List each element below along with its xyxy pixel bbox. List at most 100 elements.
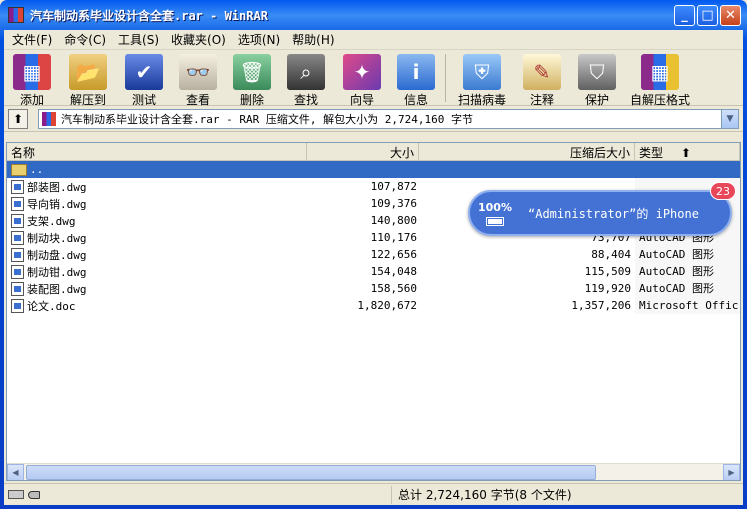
horizontal-scrollbar[interactable]: ◀ ▶ — [7, 463, 740, 480]
key-icon[interactable] — [28, 490, 40, 499]
parent-folder-row[interactable]: .. — [7, 161, 740, 178]
file-type-cell: AutoCAD 图形 — [635, 280, 740, 297]
close-button[interactable]: ✕ — [720, 4, 741, 26]
window-client: 文件(F) 命令(C) 工具(S) 收藏夹(O) 选项(N) 帮助(H) ▦ 添… — [4, 30, 743, 505]
file-row[interactable]: 装配图.dwg 158,560 119,920 AutoCAD 图形 — [7, 280, 740, 297]
toolbar: ▦ 添加 📂 解压到 ✔ 测试 👓 查看 🗑 删除 ⌕ 查找 ✦ 向导 i 信息… — [4, 50, 743, 108]
maximize-button[interactable]: □ — [697, 4, 718, 26]
sfx-button[interactable]: ▦ 自解压格式 — [627, 52, 693, 108]
file-size-cell: 1,820,672 — [357, 299, 417, 312]
sort-ascending-icon: ⬆ — [680, 146, 691, 160]
comment-icon: ✎ — [523, 54, 561, 90]
address-dropdown-button[interactable]: ▼ — [721, 109, 738, 128]
file-packed-cell: 115,509 — [584, 265, 631, 278]
view-icon: 👓 — [179, 54, 217, 90]
menu-help[interactable]: 帮助(H) — [286, 31, 340, 48]
toolbar-separator — [445, 54, 446, 102]
autocad-drawing-icon — [11, 179, 24, 194]
file-type-cell: AutoCAD 图形 — [635, 263, 740, 280]
file-name-cell: 制动块.dwg — [7, 230, 307, 246]
sfx-icon: ▦ — [641, 54, 679, 90]
autocad-drawing-icon — [11, 213, 24, 228]
file-name-cell: 装配图.dwg — [7, 281, 307, 297]
menu-favorites[interactable]: 收藏夹(O) — [165, 31, 232, 48]
menu-file[interactable]: 文件(F) — [6, 31, 58, 48]
winrar-app-icon — [8, 7, 24, 23]
column-header-type[interactable]: 类型 ⬆ — [635, 143, 740, 160]
address-field[interactable]: 汽车制动系毕业设计含全套.rar - RAR 压缩文件, 解包大小为 2,724… — [38, 108, 739, 129]
file-name-cell: 制动盘.dwg — [7, 247, 307, 263]
winrar-window: 汽车制动系毕业设计含全套.rar - WinRAR _ □ ✕ 文件(F) 命令… — [0, 0, 747, 509]
file-name: 导向销.dwg — [27, 197, 87, 211]
column-header-size[interactable]: 大小 — [307, 143, 419, 160]
file-size-cell: 110,176 — [370, 231, 417, 244]
autocad-drawing-icon — [11, 264, 24, 279]
file-name: 装配图.dwg — [27, 282, 87, 296]
file-packed-cell: 1,357,206 — [571, 299, 631, 312]
add-button[interactable]: ▦ 添加 — [8, 52, 56, 108]
word-document-icon — [11, 298, 24, 313]
protect-icon: ⛉ — [578, 54, 616, 90]
view-button[interactable]: 👓 查看 — [172, 52, 224, 108]
info-icon: i — [397, 54, 435, 90]
status-bar: 总计 2,724,160 字节(8 个文件) — [4, 483, 743, 505]
drive-icon[interactable] — [8, 490, 24, 499]
address-path: 汽车制动系毕业设计含全套.rar - RAR 压缩文件, 解包大小为 2,724… — [61, 112, 473, 126]
add-icon: ▦ — [13, 54, 51, 90]
menu-options[interactable]: 选项(N) — [232, 31, 286, 48]
test-button[interactable]: ✔ 测试 — [120, 52, 168, 108]
scroll-track[interactable] — [24, 464, 723, 481]
file-name-cell: 论文.doc — [7, 298, 307, 314]
up-folder-button[interactable]: ⬆ — [8, 108, 28, 129]
file-size-cell: 122,656 — [370, 248, 417, 261]
status-left-panel — [4, 485, 392, 504]
minimize-button[interactable]: _ — [674, 4, 695, 26]
file-type-cell — [635, 161, 740, 178]
file-size-cell: 158,560 — [370, 282, 417, 295]
autocad-drawing-icon — [11, 247, 24, 262]
file-name-cell: .. — [7, 163, 307, 176]
menu-tools[interactable]: 工具(S) — [112, 31, 165, 48]
file-type-cell: AutoCAD 图形 — [635, 246, 740, 263]
scroll-thumb[interactable] — [26, 464, 596, 480]
scan-virus-button[interactable]: ⛨ 扫描病毒 — [451, 52, 513, 108]
file-row[interactable]: 论文.doc 1,820,672 1,357,206 Microsoft Offic.… — [7, 297, 740, 314]
file-size-cell: 107,872 — [370, 180, 417, 193]
column-header-name[interactable]: 名称 — [7, 143, 307, 160]
battery-percent: 100% — [478, 200, 512, 214]
file-packed-cell: 88,404 — [591, 248, 631, 261]
extract-icon: 📂 — [69, 54, 107, 90]
file-name: 部装图.dwg — [27, 180, 87, 194]
find-icon: ⌕ — [287, 54, 325, 90]
wizard-icon: ✦ — [343, 54, 381, 90]
file-rows: ..部装图.dwg107,872导向销.dwg109,37673,209Auto… — [7, 161, 740, 314]
file-row[interactable]: 制动盘.dwg 122,656 88,404 AutoCAD 图形 — [7, 246, 740, 263]
file-name: 制动钳.dwg — [27, 265, 87, 279]
scroll-right-button[interactable]: ▶ — [723, 463, 740, 480]
scroll-left-button[interactable]: ◀ — [7, 463, 24, 480]
address-bar: ⬆ 汽车制动系毕业设计含全套.rar - RAR 压缩文件, 解包大小为 2,7… — [4, 106, 743, 132]
file-size-cell: 109,376 — [370, 197, 417, 210]
autocad-drawing-icon — [11, 281, 24, 296]
autocad-drawing-icon — [11, 196, 24, 211]
protect-button[interactable]: ⛉ 保护 — [571, 52, 623, 108]
comment-button[interactable]: ✎ 注释 — [517, 52, 567, 108]
file-size-cell: 154,048 — [370, 265, 417, 278]
delete-button[interactable]: 🗑 删除 — [228, 52, 276, 108]
column-header-packed[interactable]: 压缩后大小 — [419, 143, 635, 160]
file-row[interactable]: 制动钳.dwg 154,048 115,509 AutoCAD 图形 — [7, 263, 740, 280]
find-button[interactable]: ⌕ 查找 — [280, 52, 332, 108]
notification-badge: 23 — [710, 182, 736, 200]
menu-commands[interactable]: 命令(C) — [58, 31, 112, 48]
file-name-cell: 制动钳.dwg — [7, 264, 307, 280]
extract-to-button[interactable]: 📂 解压到 — [60, 52, 116, 108]
title-bar[interactable]: 汽车制动系毕业设计含全套.rar - WinRAR _ □ ✕ — [4, 0, 743, 30]
wizard-button[interactable]: ✦ 向导 — [336, 52, 388, 108]
file-name: 制动盘.dwg — [27, 248, 87, 262]
autocad-drawing-icon — [11, 230, 24, 245]
delete-icon: 🗑 — [233, 54, 271, 90]
info-button[interactable]: i 信息 — [392, 52, 440, 108]
iphone-notification[interactable]: 100% “Administrator”的 iPhone 23 — [468, 182, 736, 236]
file-name-cell: 支架.dwg — [7, 213, 307, 229]
status-summary: 总计 2,724,160 字节(8 个文件) — [398, 488, 572, 502]
